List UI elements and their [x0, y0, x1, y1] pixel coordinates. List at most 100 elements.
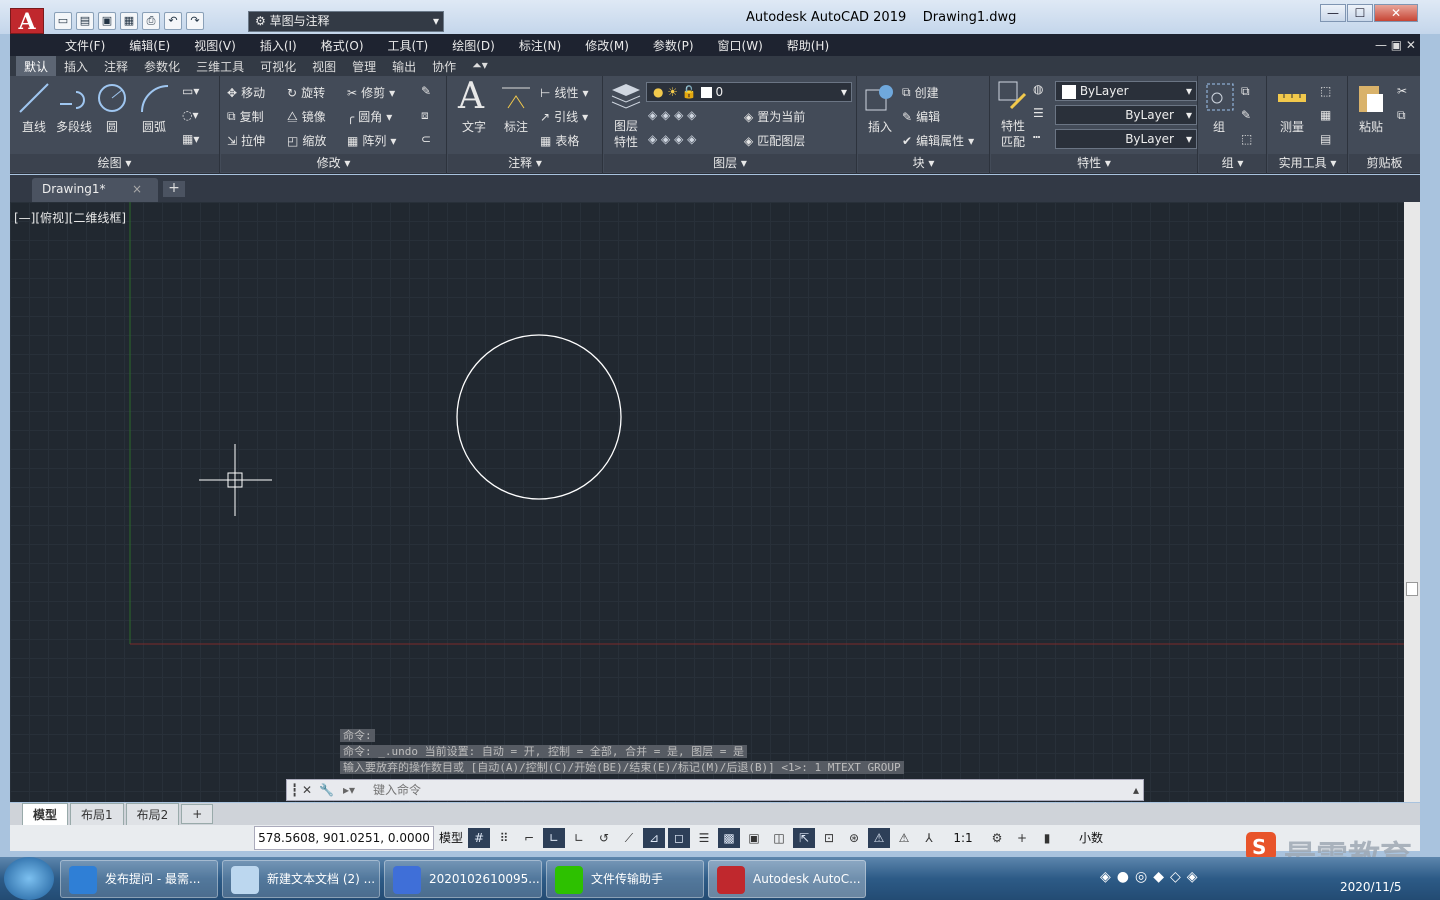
copy-tool[interactable]: ⧉ 复制 [227, 108, 264, 125]
open-file-icon[interactable]: ▤ [76, 12, 94, 30]
paste-label[interactable]: 粘贴 [1347, 118, 1395, 135]
taskbar-item-notepad[interactable]: 新建文本文档 (2) ... [222, 860, 380, 898]
paste-icon[interactable] [1355, 82, 1387, 114]
measure-icon[interactable] [1276, 82, 1308, 114]
menu-help[interactable]: 帮助(H) [787, 37, 829, 54]
group-icon[interactable] [1205, 82, 1237, 114]
command-prompt-icon[interactable]: ▸▾ [343, 780, 355, 800]
transparency-icon[interactable]: ▩ [718, 828, 740, 848]
color-dropdown[interactable]: ByLayer ▾ [1055, 81, 1197, 101]
new-file-icon[interactable]: ▭ [54, 12, 72, 30]
edit-attributes-tool[interactable]: ✔ 编辑属性 ▾ [902, 132, 974, 149]
doc-window-controls[interactable]: — ▣ ✕ [1375, 38, 1416, 52]
polyline-icon[interactable] [58, 82, 90, 114]
menu-draw[interactable]: 绘图(D) [452, 37, 495, 54]
save-as-icon[interactable]: ▦ [120, 12, 138, 30]
match-properties-label[interactable]: 特性 匹配 [989, 118, 1037, 150]
linetype-icon[interactable]: ┅ [1033, 130, 1040, 144]
layer-tools-row2[interactable]: ◈ ◈ ◈ ◈ [648, 132, 696, 146]
save-icon[interactable]: ▣ [98, 12, 116, 30]
polar-icon[interactable]: ∟ [568, 828, 590, 848]
lineweight-icon[interactable]: ☰ [1033, 106, 1044, 120]
ungroup-icon[interactable]: ⧉ [1241, 84, 1250, 99]
create-block-tool[interactable]: ⧉ 创建 [902, 84, 939, 101]
taskbar-item-document[interactable]: 2020102610095... [384, 860, 542, 898]
autoscale-icon[interactable]: ⚠ [893, 828, 915, 848]
add-layout-button[interactable]: + [181, 804, 214, 824]
units-dropdown[interactable]: 小数 [1061, 828, 1121, 848]
snap-icon[interactable]: ⠿ [493, 828, 515, 848]
menu-parametric[interactable]: 参数(P) [653, 37, 694, 54]
units-icon[interactable]: ▮ [1036, 828, 1058, 848]
panel-utilities-title[interactable]: 实用工具 ▾ [1268, 154, 1347, 172]
panel-annotation-title[interactable]: 注释 ▾ [448, 154, 602, 172]
coordinates-readout[interactable]: 578.5608, 901.0251, 0.0000 [254, 826, 434, 850]
tab-manage[interactable]: 管理 [344, 56, 384, 76]
lineweight-dropdown[interactable]: ByLayer ▾ [1055, 129, 1197, 149]
menu-edit[interactable]: 编辑(E) [129, 37, 170, 54]
osnap-icon[interactable]: ⊿ [643, 828, 665, 848]
panel-clipboard-title[interactable]: 剪贴板 [1349, 154, 1420, 172]
make-current-tool[interactable]: ◈ 置为当前 [744, 108, 805, 125]
close-window-button[interactable]: ✕ [1374, 4, 1418, 22]
color-wheel-icon[interactable]: ◍ [1033, 82, 1043, 96]
customize-wrench-icon[interactable]: 🔧 [319, 780, 334, 800]
annotation-scale-icon[interactable]: ⅄ [918, 828, 940, 848]
quick-select-icon[interactable]: ⬚ [1320, 84, 1331, 98]
trim-tool[interactable]: ✂ 修剪 ▾ [347, 84, 395, 101]
rectangle-icon[interactable]: ▭▾ [182, 84, 199, 98]
mirror-tool[interactable]: ⧋ 镜像 [287, 108, 326, 125]
circle-label[interactable]: 圆 [88, 118, 136, 135]
panel-block-title[interactable]: 块 ▾ [858, 154, 989, 172]
array-tool[interactable]: ▦ 阵列 ▾ [347, 132, 396, 149]
group-label[interactable]: 组 [1195, 118, 1243, 135]
dimension-label[interactable]: 标注 [492, 118, 540, 135]
table-tool[interactable]: ▦ 表格 [540, 132, 579, 149]
workspace-dropdown[interactable]: ⚙ 草图与注释 ▾ [248, 11, 444, 32]
menu-modify[interactable]: 修改(M) [585, 37, 629, 54]
annotation-visibility-icon[interactable]: ⚠ [868, 828, 890, 848]
infer-icon[interactable]: ⌐ [518, 828, 540, 848]
panel-groups-title[interactable]: 组 ▾ [1199, 154, 1266, 172]
arc-label[interactable]: 圆弧 [130, 118, 178, 135]
cut-icon[interactable]: ✂ [1397, 84, 1407, 98]
insert-label[interactable]: 插入 [856, 118, 904, 135]
tab-view[interactable]: 视图 [304, 56, 344, 76]
close-icon[interactable]: × [132, 178, 142, 200]
taskbar-item-browser[interactable]: 发布提问 - 最需... [60, 860, 218, 898]
3d-osnap-icon[interactable]: ◫ [768, 828, 790, 848]
linear-tool[interactable]: ⊢ 线性 ▾ [540, 84, 589, 101]
vertical-scrollbar[interactable] [1404, 202, 1420, 802]
dimension-icon[interactable] [500, 82, 532, 114]
layer-properties-label[interactable]: 图层 特性 [602, 118, 650, 150]
tab-parametric[interactable]: 参数化 [136, 56, 188, 76]
tab-annotate[interactable]: 注释 [96, 56, 136, 76]
menu-view[interactable]: 视图(V) [194, 37, 236, 54]
tab-layout2[interactable]: 布局2 [125, 802, 180, 826]
redo-icon[interactable]: ↷ [186, 12, 204, 30]
insert-block-icon[interactable] [864, 82, 896, 114]
menu-dimension[interactable]: 标注(N) [519, 37, 561, 54]
taskbar-item-autocad[interactable]: Autodesk AutoC... [708, 860, 866, 898]
panel-modify-title[interactable]: 修改 ▾ [221, 154, 446, 172]
system-clock-date[interactable]: 2020/11/5 [1340, 880, 1402, 894]
tab-visualize[interactable]: 可视化 [252, 56, 304, 76]
hatch-icon[interactable]: ◌▾ [182, 108, 199, 122]
tab-default[interactable]: 默认 [16, 56, 57, 76]
select-all-icon[interactable]: ▦ [1320, 108, 1331, 122]
offset-icon[interactable]: ⧈ [421, 108, 429, 123]
panel-layers-title[interactable]: 图层 ▾ [604, 154, 856, 172]
linetype-dropdown[interactable]: ByLayer ▾ [1055, 105, 1197, 125]
system-tray-icons[interactable]: ◈●◎◆◇◈ [1100, 869, 1204, 885]
circle-icon[interactable] [96, 82, 128, 114]
tab-output[interactable]: 输出 [384, 56, 424, 76]
group-select-icon[interactable]: ⬚ [1241, 132, 1252, 146]
ortho-icon[interactable]: ∟ [543, 828, 565, 848]
panel-properties-title[interactable]: 特性 ▾ [991, 154, 1197, 172]
close-icon[interactable]: ┇ ✕ [291, 780, 312, 800]
tab-insert[interactable]: 插入 [56, 56, 96, 76]
file-tab-drawing1[interactable]: Drawing1* × [32, 178, 158, 202]
measure-label[interactable]: 测量 [1268, 118, 1316, 135]
dynamic-input-icon[interactable]: ⇱ [793, 828, 815, 848]
tab-layout1[interactable]: 布局1 [70, 802, 124, 826]
